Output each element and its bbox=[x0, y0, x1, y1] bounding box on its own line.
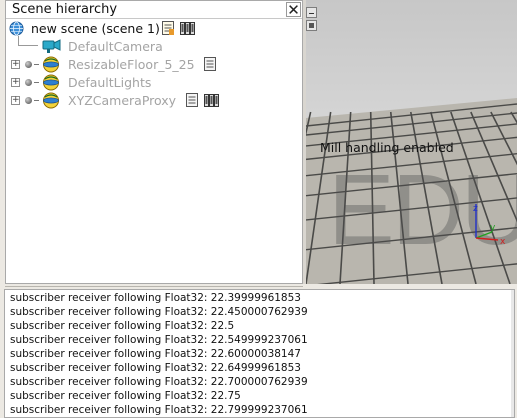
expand-toggle[interactable]: + bbox=[11, 78, 20, 87]
scene-viewport[interactable]: EDU Mill handling enabled z y x bbox=[306, 0, 517, 284]
tree-item-label: ResizableFloor_5_25 bbox=[68, 57, 195, 72]
script-icon[interactable] bbox=[204, 57, 216, 71]
tree-item-root-label: new scene (scene 1) bbox=[31, 21, 160, 36]
console-line: subscriber receiver following Float32: 2… bbox=[10, 292, 301, 304]
maximize-toggle-button[interactable] bbox=[306, 20, 317, 31]
tree-item-defaultcamera[interactable]: DefaultCamera bbox=[6, 38, 302, 55]
camera-icon bbox=[42, 39, 61, 53]
tree-item-label: XYZCameraProxy bbox=[68, 93, 177, 108]
tree-connector bbox=[34, 82, 39, 83]
console-line: subscriber receiver following Float32: 2… bbox=[10, 348, 301, 360]
console-line: subscriber receiver following Float32: 2… bbox=[10, 306, 308, 318]
tree-item-root-scene[interactable]: new scene (scene 1) bbox=[6, 20, 302, 37]
viewport-status-message: Mill handling enabled bbox=[320, 140, 454, 155]
visibility-dot[interactable] bbox=[25, 61, 32, 68]
expand-toggle[interactable]: + bbox=[11, 96, 20, 105]
expand-toggle[interactable]: + bbox=[11, 60, 20, 69]
visibility-dot[interactable] bbox=[25, 97, 32, 104]
y-axis-label: y bbox=[490, 223, 496, 233]
splitter-grip bbox=[5, 286, 303, 287]
tree-item-xyzcameraproxy[interactable]: + XYZCameraProxy bbox=[6, 92, 302, 109]
tree-item-defaultlights[interactable]: + DefaultLights bbox=[6, 74, 302, 91]
console-line: subscriber receiver following Float32: 2… bbox=[10, 390, 241, 402]
dummy-object-icon bbox=[43, 74, 59, 91]
properties-icon[interactable] bbox=[180, 21, 196, 35]
minimize-toggle-button[interactable] bbox=[306, 7, 317, 18]
dummy-object-icon bbox=[43, 56, 59, 73]
console-scrollbar[interactable] bbox=[511, 290, 514, 417]
console-line: subscriber receiver following Float32: 2… bbox=[10, 362, 301, 374]
close-hierarchy-button[interactable]: ✕ bbox=[286, 2, 301, 18]
console-line: subscriber receiver following Float32: 2… bbox=[10, 320, 235, 332]
viewport-mini-buttons bbox=[306, 3, 318, 31]
scene-hierarchy-panel: Scene hierarchy ✕ new scene (scene 1) De… bbox=[5, 0, 303, 284]
scene-hierarchy-title: Scene hierarchy bbox=[12, 2, 118, 17]
properties-icon[interactable] bbox=[204, 93, 220, 107]
globe-icon bbox=[9, 21, 24, 36]
console-line: subscriber receiver following Float32: 2… bbox=[10, 376, 308, 388]
tree-item-label: DefaultLights bbox=[68, 75, 152, 90]
script-icon[interactable] bbox=[186, 93, 198, 107]
tree-connector bbox=[34, 100, 39, 101]
dummy-object-icon bbox=[43, 92, 59, 109]
tree-connector bbox=[34, 64, 39, 65]
console-line: subscriber receiver following Float32: 2… bbox=[10, 334, 308, 346]
x-axis-label: x bbox=[500, 237, 506, 247]
visibility-dot[interactable] bbox=[25, 79, 32, 86]
tree-item-resizablefloor[interactable]: + ResizableFloor_5_25 bbox=[6, 56, 302, 73]
script-icon[interactable] bbox=[162, 21, 174, 35]
tree-item-label: DefaultCamera bbox=[68, 39, 163, 54]
z-axis-label: z bbox=[473, 204, 478, 214]
scene-hierarchy-titlebar: Scene hierarchy ✕ bbox=[6, 1, 302, 19]
console-line: subscriber receiver following Float32: 2… bbox=[10, 404, 308, 416]
axis-gizmo: z y x bbox=[473, 204, 506, 247]
status-console[interactable]: subscriber receiver following Float32: 2… bbox=[4, 289, 515, 418]
x-axis-line bbox=[475, 237, 499, 241]
